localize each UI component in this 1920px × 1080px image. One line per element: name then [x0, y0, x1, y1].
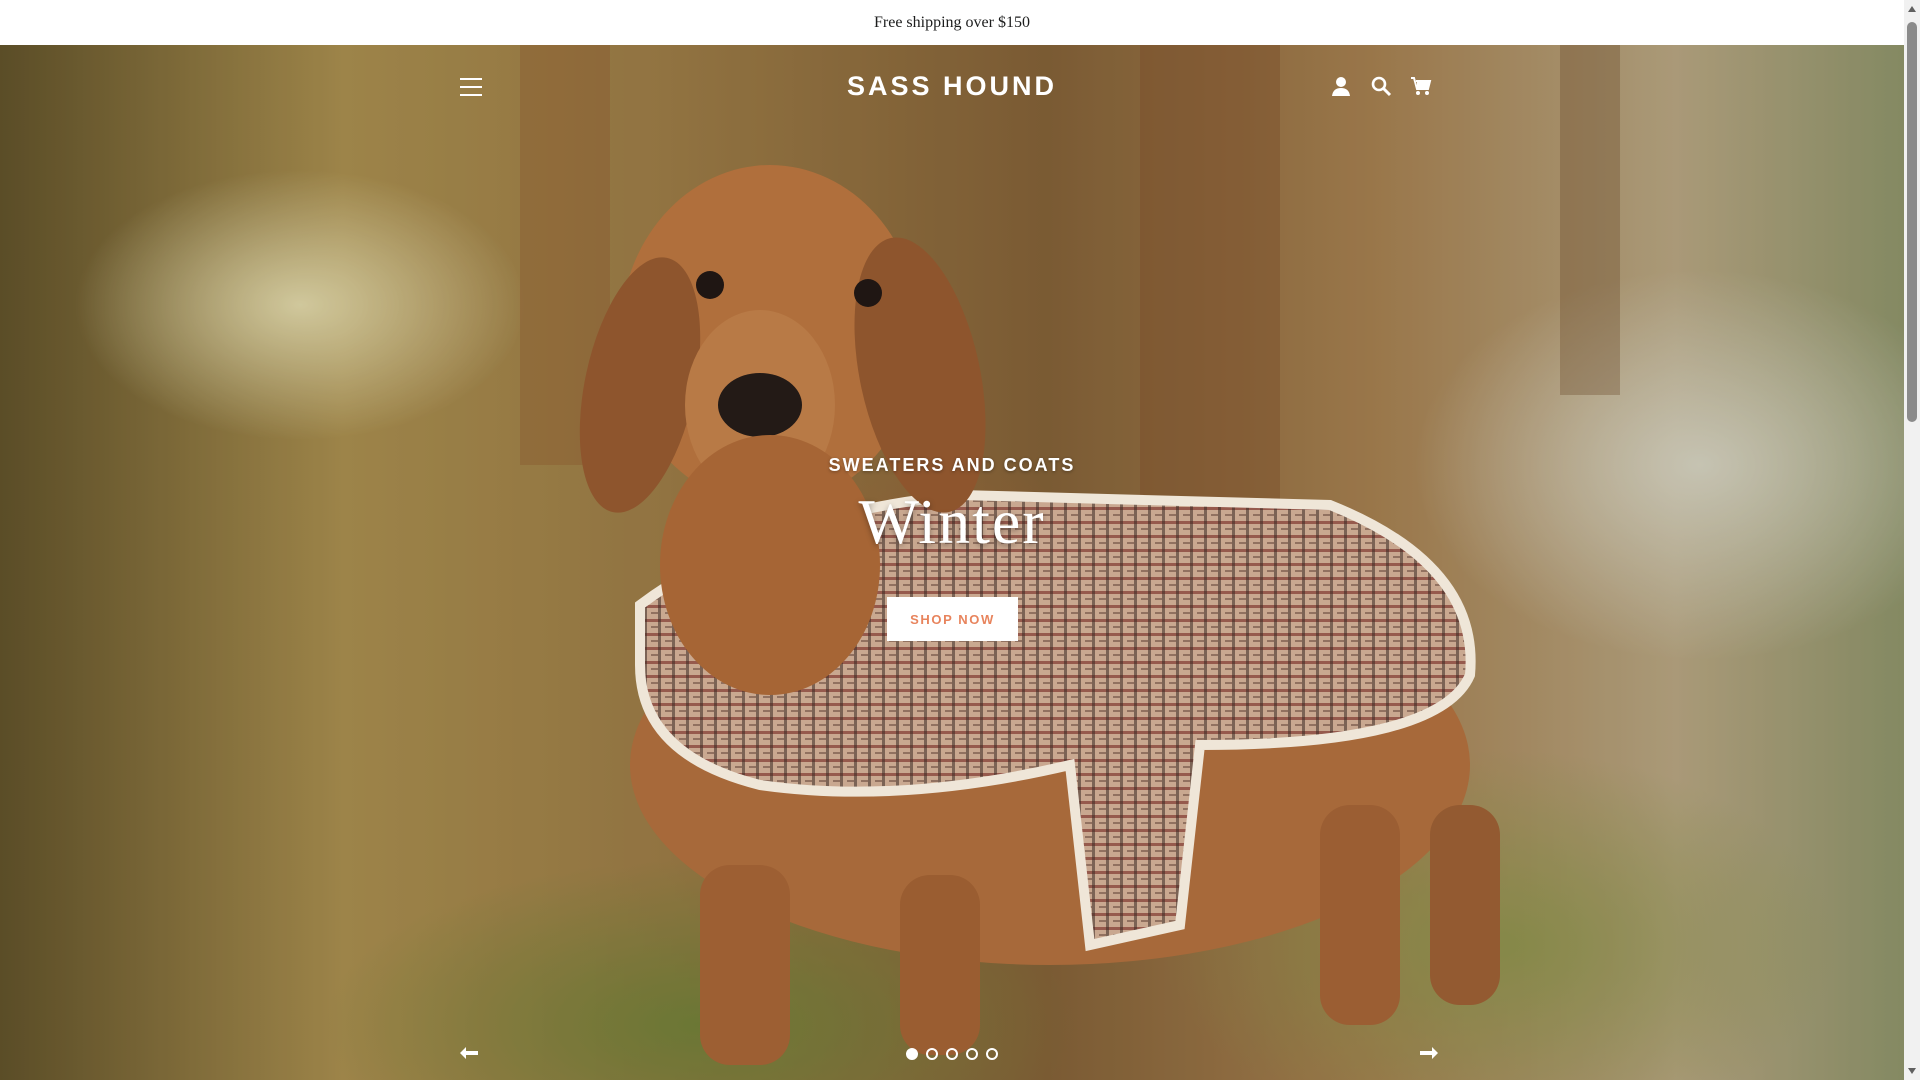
header-icons [1330, 75, 1432, 97]
scroll-down-icon[interactable] [1908, 1068, 1916, 1074]
cart-icon[interactable] [1410, 75, 1432, 97]
slide-headline: Winter [858, 486, 1046, 557]
prev-arrow-icon[interactable] [458, 1042, 480, 1064]
site-header: SASS HOUND [0, 45, 1904, 135]
slide-dot[interactable] [926, 1048, 938, 1060]
hero-slideshow [0, 45, 1904, 1080]
account-icon[interactable] [1330, 75, 1352, 97]
site-logo[interactable]: SASS HOUND [752, 71, 1152, 102]
hero-image [520, 45, 1620, 1065]
slide-dot[interactable] [986, 1048, 998, 1060]
scroll-up-icon[interactable] [1908, 6, 1916, 12]
page-scrollbar[interactable] [1904, 0, 1920, 1080]
announcement-text: Free shipping over $150 [874, 13, 1030, 31]
slide-dot[interactable] [906, 1048, 918, 1060]
scrollbar-thumb[interactable] [1907, 22, 1917, 422]
slide-dot[interactable] [946, 1048, 958, 1060]
search-icon[interactable] [1370, 75, 1392, 97]
shop-now-button[interactable]: SHOP NOW [887, 597, 1018, 641]
next-arrow-icon[interactable] [1418, 1042, 1440, 1064]
announcement-bar: Free shipping over $150 [0, 0, 1904, 45]
slide-dot[interactable] [966, 1048, 978, 1060]
slide-eyebrow: SWEATERS AND COATS [828, 455, 1076, 475]
menu-icon[interactable] [460, 73, 486, 101]
slide-dots [906, 1048, 998, 1060]
